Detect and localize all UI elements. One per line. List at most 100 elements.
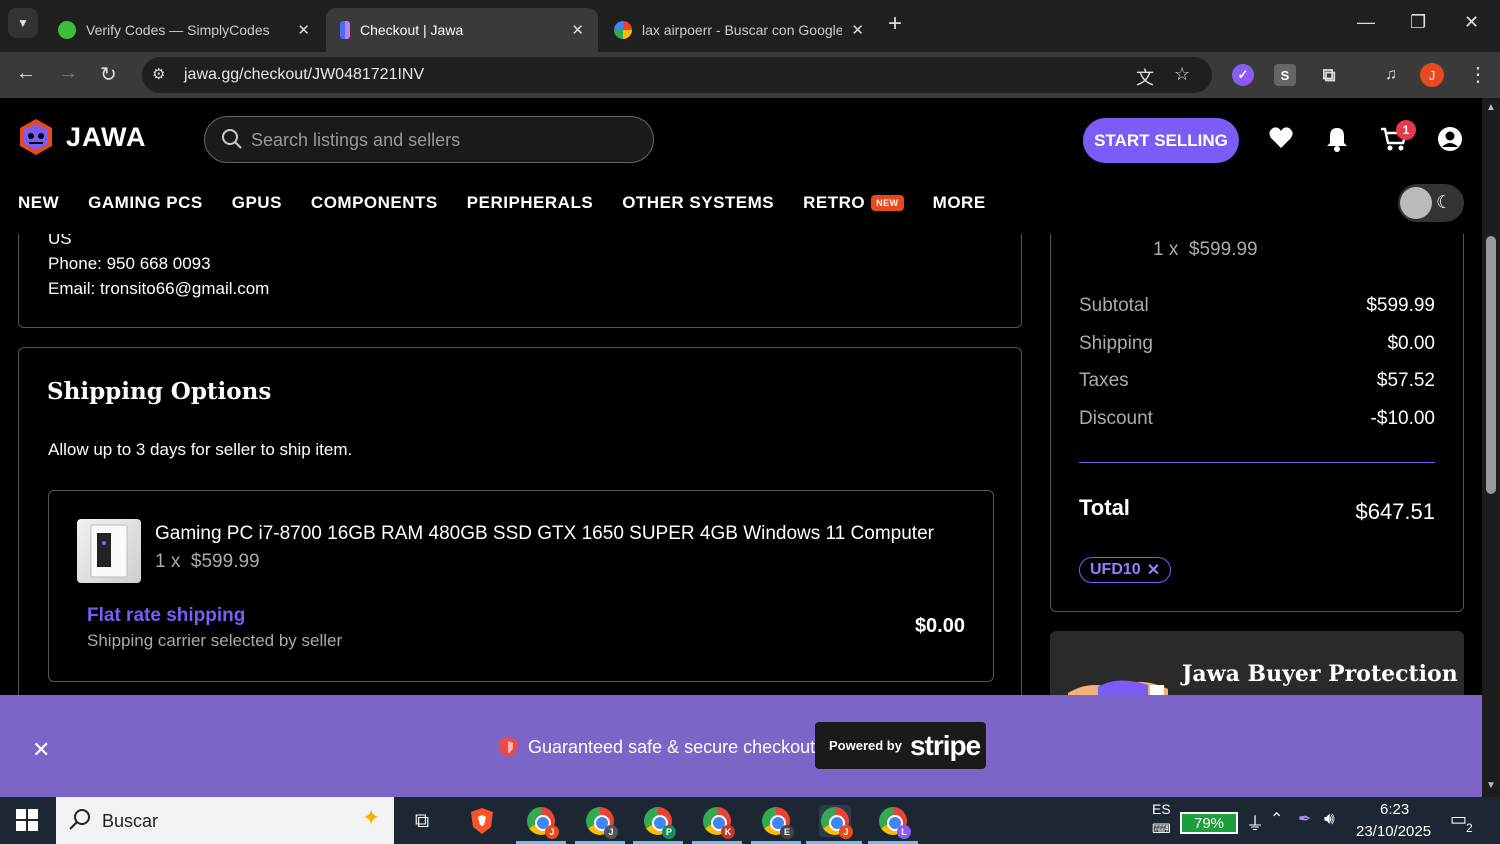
address-bar[interactable]: ⚙ jawa.gg/checkout/JW0481721INV 文 ☆ <box>142 57 1212 93</box>
nav-more[interactable]: MORE <box>933 190 986 216</box>
browser-toolbar: ← → ↻ ⚙ jawa.gg/checkout/JW0481721INV 文 … <box>0 52 1500 98</box>
close-tab-icon[interactable]: ✕ <box>297 21 310 39</box>
nav-new[interactable]: NEW <box>18 190 59 216</box>
pc-case-icon <box>90 524 128 578</box>
product-qty-price: 1 x $599.99 <box>155 551 260 573</box>
translate-icon[interactable]: 文 <box>1136 64 1154 90</box>
buyer-protection-title: Jawa Buyer Protection <box>1182 661 1458 687</box>
nav-retro[interactable]: RETRO NEW <box>803 190 904 216</box>
show-hidden-icons-icon[interactable]: ⌃ <box>1270 809 1283 829</box>
page-scrollbar[interactable]: ▲ ▼ <box>1482 98 1500 798</box>
stripe-wordmark: stripe <box>909 729 981 761</box>
product-thumbnail <box>77 519 141 583</box>
tab-search-button[interactable]: ▼ <box>8 8 38 38</box>
tab-title: lax airpoerr - Buscar con Google <box>642 22 842 38</box>
extensions-puzzle-icon[interactable]: ⧉ <box>1318 64 1340 86</box>
moon-icon: ☾ <box>1436 192 1453 212</box>
shipping-options-description: Allow up to 3 days for seller to ship it… <box>48 440 353 459</box>
scroll-down-icon[interactable]: ▼ <box>1486 780 1496 791</box>
forward-icon[interactable]: → <box>58 62 78 85</box>
keyboard-icon[interactable]: ⌨ <box>1152 821 1171 837</box>
scroll-up-icon[interactable]: ▲ <box>1486 102 1496 113</box>
summary-label: Taxes <box>1079 370 1129 391</box>
windows-start-icon[interactable] <box>16 809 38 831</box>
pen-icon[interactable]: ✒ <box>1298 809 1311 829</box>
shipping-rate-subtitle: Shipping carrier selected by seller <box>87 631 343 650</box>
jawa-logo-text[interactable]: JAWA <box>66 122 147 153</box>
nav-peripherals[interactable]: PERIPHERALS <box>467 190 593 216</box>
nav-gaming-pcs[interactable]: GAMING PCS <box>88 190 203 216</box>
task-view-icon[interactable]: ⧉ <box>406 805 438 837</box>
shipping-options-card: Shipping Options Allow up to 3 days for … <box>18 347 1022 747</box>
chrome-profile-e-icon[interactable]: E <box>760 805 794 839</box>
url-text[interactable]: jawa.gg/checkout/JW0481721INV <box>184 66 424 84</box>
close-window-icon[interactable]: ✕ <box>1464 12 1479 33</box>
restore-icon[interactable]: ❐ <box>1410 12 1426 33</box>
profile-avatar[interactable]: J <box>1420 63 1444 87</box>
reload-icon[interactable]: ↻ <box>100 62 117 87</box>
account-icon[interactable] <box>1437 126 1463 152</box>
tab-checkout[interactable]: Checkout | Jawa ✕ <box>326 8 598 52</box>
dark-mode-toggle[interactable]: ☾ <box>1398 184 1464 222</box>
order-summary-card: 1 x $599.99 Subtotal $599.99 Shipping $0.0… <box>1050 180 1464 612</box>
minimize-icon[interactable]: — <box>1357 12 1375 33</box>
summary-value: $599.99 <box>1366 295 1435 316</box>
powered-by-text: Powered by <box>829 738 902 753</box>
search-icon <box>69 809 90 830</box>
shipping-rate-name[interactable]: Flat rate shipping <box>87 605 245 627</box>
chrome-profile-j-icon[interactable]: J <box>525 805 559 839</box>
clock-time[interactable]: 6:23 <box>1380 801 1409 818</box>
nav-gpus[interactable]: GPUS <box>232 190 282 216</box>
extension-icon[interactable]: ✓ <box>1232 64 1254 86</box>
clock-date[interactable]: 23/10/2025 <box>1356 823 1431 840</box>
summary-label: Shipping <box>1079 333 1153 354</box>
tab-google-search[interactable]: lax airpoerr - Buscar con Google ✕ <box>600 8 878 52</box>
search-input[interactable] <box>251 127 631 153</box>
secure-checkout-text: Guaranteed safe & secure checkout <box>528 737 816 757</box>
input-language[interactable]: ES <box>1152 801 1171 817</box>
chrome-profile-j3-icon[interactable]: J <box>819 805 853 839</box>
remove-coupon-icon[interactable]: ✕ <box>1147 560 1160 580</box>
windows-taskbar: Buscar ✦ ⧉ J J P K E J L ES ⌨ ⏚ ⌃ ✒ 🔊︎ 6… <box>0 797 1500 844</box>
media-control-icon[interactable]: ♫ <box>1380 64 1402 86</box>
close-tab-icon[interactable]: ✕ <box>571 21 584 39</box>
shipping-item[interactable]: Gaming PC i7-8700 16GB RAM 480GB SSD GTX… <box>48 490 994 682</box>
summary-total-row: Total $647.51 <box>1079 495 1435 525</box>
profile-tag: L <box>897 825 911 839</box>
jawa-logo-icon[interactable] <box>18 118 54 156</box>
brave-browser-icon[interactable] <box>466 805 498 837</box>
summary-row-subtotal: Subtotal $599.99 <box>1079 295 1435 317</box>
taskbar-search[interactable]: Buscar ✦ <box>56 797 394 844</box>
search-box[interactable] <box>204 116 654 163</box>
bookmark-star-icon[interactable]: ☆ <box>1174 64 1190 85</box>
nav-other-systems[interactable]: OTHER SYSTEMS <box>622 190 774 216</box>
summary-value: $57.52 <box>1376 370 1435 391</box>
coupon-chip: UFD10 ✕ <box>1079 557 1172 583</box>
nav-components[interactable]: COMPONENTS <box>311 190 438 216</box>
summary-row-taxes: Taxes $57.52 <box>1079 370 1435 392</box>
new-tab-icon[interactable]: + <box>888 10 902 38</box>
scroll-thumb[interactable] <box>1486 236 1496 494</box>
heart-icon[interactable] <box>1268 126 1294 150</box>
tab-simplycodes[interactable]: Verify Codes — SimplyCodes ✕ <box>44 8 324 52</box>
chrome-profile-p-icon[interactable]: P <box>642 805 676 839</box>
simplycodes-favicon-icon <box>58 21 76 39</box>
start-selling-button[interactable]: START SELLING <box>1083 118 1239 163</box>
chrome-profile-k-icon[interactable]: K <box>701 805 735 839</box>
close-tab-icon[interactable]: ✕ <box>851 21 864 39</box>
notifications-icon[interactable]: ▭ <box>1450 809 1467 830</box>
chrome-profile-l-icon[interactable]: L <box>877 805 911 839</box>
back-icon[interactable]: ← <box>16 62 36 85</box>
close-banner-icon[interactable]: ✕ <box>32 737 50 763</box>
battery-indicator[interactable]: 79% <box>1180 812 1238 834</box>
site-info-icon[interactable]: ⚙ <box>152 65 165 83</box>
browser-menu-icon[interactable]: ⋮ <box>1468 62 1488 87</box>
extension-s-icon[interactable]: S <box>1274 64 1296 86</box>
summary-value: $0.00 <box>1387 333 1435 354</box>
bell-icon[interactable] <box>1326 126 1348 152</box>
chrome-profile-j2-icon[interactable]: J <box>584 805 618 839</box>
copilot-sparkle-icon: ✦ <box>362 805 381 830</box>
summary-label: Subtotal <box>1079 295 1149 316</box>
category-nav: NEW GAMING PCS GPUS COMPONENTS PERIPHERA… <box>18 190 1015 216</box>
volume-icon[interactable]: 🔊︎ <box>1324 809 1335 829</box>
